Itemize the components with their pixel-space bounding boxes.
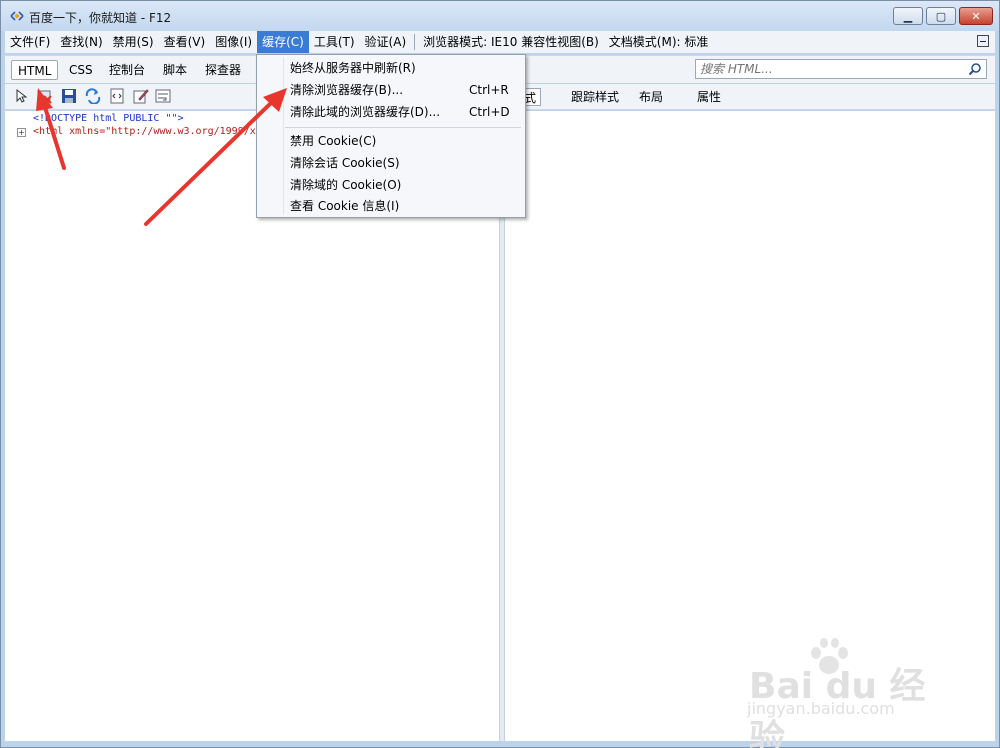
refresh-icon[interactable] xyxy=(85,88,101,104)
minimize-button[interactable]: ▁ xyxy=(893,7,923,25)
menu-bar: 文件(F) 查找(N) 禁用(S) 查看(V) 图像(I) 缓存(C) 工具(T… xyxy=(5,31,995,53)
menu-item-label: 禁用 Cookie(C) xyxy=(290,134,377,148)
menu-file[interactable]: 文件(F) xyxy=(5,31,55,53)
tab-attributes[interactable]: 属性 xyxy=(693,88,725,106)
tab-html[interactable]: HTML xyxy=(11,60,59,80)
menu-item-shortcut: Ctrl+R xyxy=(469,83,509,97)
menu-item-label: 查看 Cookie 信息(I) xyxy=(290,199,400,213)
menu-item-label: 清除会话 Cookie(S) xyxy=(290,156,400,170)
tab-profiler[interactable]: 探查器 xyxy=(199,60,247,80)
pin-window-icon[interactable] xyxy=(977,35,989,47)
menu-item-shortcut: Ctrl+D xyxy=(469,105,510,119)
watermark-url: jingyan.baidu.com xyxy=(747,699,895,718)
cache-menu-dropdown: 始终从服务器中刷新(R) 清除浏览器缓存(B)... Ctrl+R 清除此域的浏… xyxy=(256,54,526,218)
menu-item-clear-domain-cookie[interactable]: 清除域的 Cookie(O) xyxy=(257,174,525,196)
menu-cache[interactable]: 缓存(C) xyxy=(257,31,309,53)
menu-item-always-refresh[interactable]: 始终从服务器中刷新(R) xyxy=(257,57,525,79)
search-input[interactable] xyxy=(696,60,956,78)
style-panel-header: 式 跟踪样式 布局 属性 xyxy=(505,84,995,110)
baidu-watermark: Bai du 经验 jingyan.baidu.com xyxy=(747,637,947,748)
menu-item-view-cookie-info[interactable]: 查看 Cookie 信息(I) xyxy=(257,195,525,217)
menu-separator xyxy=(285,127,521,128)
tab-css[interactable]: CSS xyxy=(63,60,99,80)
menu-find[interactable]: 查找(N) xyxy=(55,31,107,53)
menu-item-clear-domain-cache[interactable]: 清除此域的浏览器缓存(D)... Ctrl+D xyxy=(257,101,525,123)
menu-tools[interactable]: 工具(T) xyxy=(309,31,360,53)
doctype-node[interactable]: <!DOCTYPE html PUBLIC ""> xyxy=(33,113,184,124)
menu-document-mode[interactable]: 文档模式(M): 标准 xyxy=(604,31,714,53)
menu-item-clear-browser-cache[interactable]: 清除浏览器缓存(B)... Ctrl+R xyxy=(257,79,525,101)
save-icon[interactable] xyxy=(61,88,77,104)
menu-images[interactable]: 图像(I) xyxy=(210,31,257,53)
tab-layout[interactable]: 布局 xyxy=(635,88,667,106)
tab-trace-styles[interactable]: 跟踪样式 xyxy=(567,88,623,106)
menu-item-label: 始终从服务器中刷新(R) xyxy=(290,61,416,75)
menu-separator xyxy=(414,34,416,50)
menu-item-clear-session-cookie[interactable]: 清除会话 Cookie(S) xyxy=(257,152,525,174)
expand-html-toggle[interactable]: + xyxy=(17,128,26,137)
menu-disable[interactable]: 禁用(S) xyxy=(108,31,159,53)
maximize-button[interactable]: ▢ xyxy=(926,7,956,25)
edit-icon[interactable] xyxy=(133,88,149,104)
menu-browser-mode[interactable]: 浏览器模式: IE10 兼容性视图(B) xyxy=(418,31,604,53)
word-wrap-icon[interactable] xyxy=(155,88,171,104)
close-button[interactable]: ✕ xyxy=(959,7,993,25)
html-node-text: <html xmlns="http://www.w3.org/1999/x xyxy=(33,126,256,137)
html-node[interactable]: <html xmlns="http://www.w3.org/1999/x xyxy=(33,126,256,137)
doctype-text: <!DOCTYPE html PUBLIC ""> xyxy=(33,113,184,124)
devtools-window: 百度一下，你就知道 - F12 ▁ ▢ ✕ 文件(F) 查找(N) 禁用(S) … xyxy=(0,0,1000,748)
search-box[interactable] xyxy=(695,59,987,79)
window-title: 百度一下，你就知道 - F12 xyxy=(29,11,172,25)
title-bar: 百度一下，你就知道 - F12 ▁ ▢ ✕ xyxy=(1,1,999,31)
menu-item-label: 清除此域的浏览器缓存(D)... xyxy=(290,105,441,119)
menu-item-label: 清除浏览器缓存(B)... xyxy=(290,83,404,97)
menu-item-label: 清除域的 Cookie(O) xyxy=(290,178,402,192)
search-icon[interactable] xyxy=(968,62,982,76)
dom-icon[interactable] xyxy=(109,88,125,104)
tab-console[interactable]: 控制台 xyxy=(103,60,151,80)
clear-icon[interactable] xyxy=(37,88,53,104)
devtools-icon xyxy=(10,11,24,21)
menu-item-disable-cookie[interactable]: 禁用 Cookie(C) xyxy=(257,130,525,152)
select-element-icon[interactable] xyxy=(13,88,29,104)
tab-script[interactable]: 脚本 xyxy=(157,60,193,80)
menu-view[interactable]: 查看(V) xyxy=(159,31,211,53)
menu-validate[interactable]: 验证(A) xyxy=(360,31,412,53)
